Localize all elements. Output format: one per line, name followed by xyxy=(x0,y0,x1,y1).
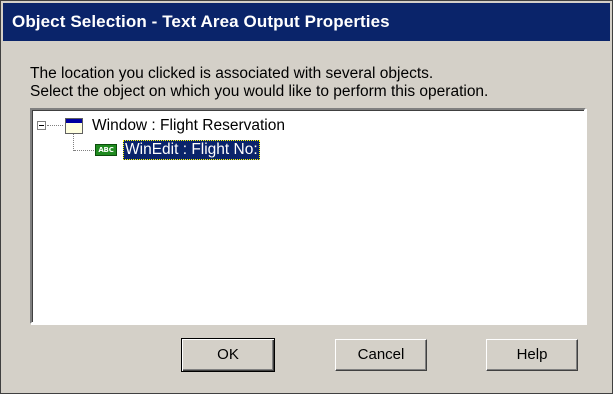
ok-button[interactable]: OK xyxy=(181,338,275,372)
instruction-text: The location you clicked is associated w… xyxy=(30,65,488,101)
tree-connector-line xyxy=(73,134,74,151)
collapse-toggle-icon[interactable] xyxy=(37,121,46,130)
help-button[interactable]: Help xyxy=(486,339,578,371)
dialog-title[interactable]: Object Selection - Text Area Output Prop… xyxy=(3,3,610,41)
cancel-button[interactable]: Cancel xyxy=(335,339,427,371)
object-selection-dialog: Object Selection - Text Area Output Prop… xyxy=(0,0,613,394)
tree-item-winedit-flight-no[interactable]: WinEdit : Flight No: xyxy=(123,140,260,160)
instruction-line-2: Select the object on which you would lik… xyxy=(30,83,489,100)
tree-item-window-flight-reservation[interactable]: Window : Flight Reservation xyxy=(92,116,285,136)
tree-connector-line xyxy=(74,150,94,151)
object-tree[interactable]: Window : Flight Reservation ABC WinEdit … xyxy=(30,108,586,324)
winedit-icon: ABC xyxy=(95,144,117,156)
instruction-line-1: The location you clicked is associated w… xyxy=(30,65,434,82)
window-icon xyxy=(65,118,83,134)
tree-connector-line xyxy=(47,125,63,126)
